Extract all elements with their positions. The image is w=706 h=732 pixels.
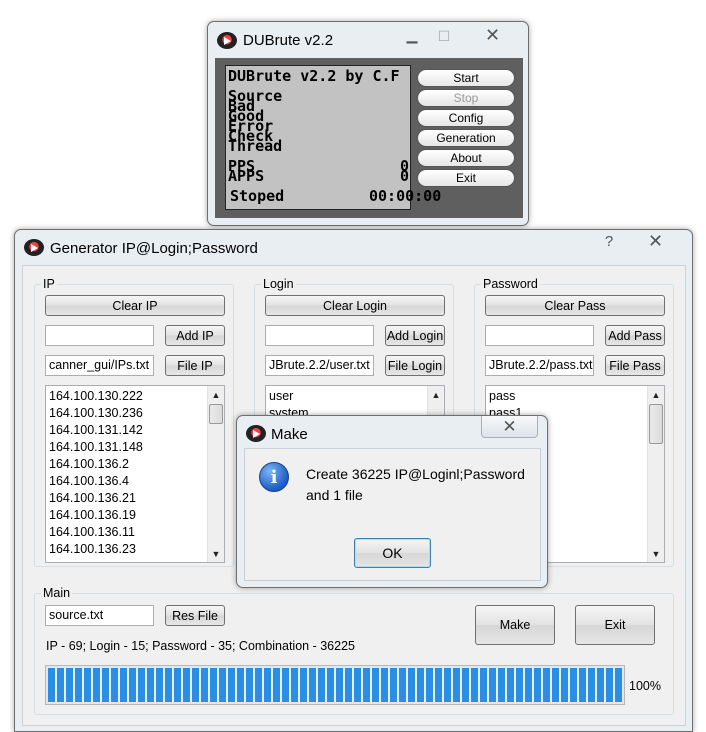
clear-login-button[interactable]: Clear Login (265, 295, 445, 316)
close-icon[interactable]: ✕ (465, 24, 520, 46)
password-group-label: Password (481, 277, 540, 291)
help-icon[interactable]: ? (594, 230, 624, 252)
file-ip-button[interactable]: File IP (165, 355, 225, 376)
apps-value: 0 (400, 167, 410, 185)
label-thread: Thread (228, 137, 283, 155)
ip-list-item[interactable]: 164.100.130.236 (46, 405, 224, 422)
ip-list[interactable]: 164.100.130.222 164.100.130.236 164.100.13… (45, 385, 225, 563)
add-ip-button[interactable]: Add IP (165, 325, 225, 346)
dubrute-app-icon (217, 32, 237, 49)
res-file-button[interactable]: Res File (165, 605, 225, 626)
dialog-message-line1: Create 36225 IP@Loginl;Password (306, 466, 525, 482)
minimize-icon[interactable]: ▁ (398, 24, 426, 46)
ip-list-item[interactable]: 164.100.131.142 (46, 422, 224, 439)
dubrute-titlebar[interactable]: DUBrute v2.2 ▁ ☐ ✕ (208, 22, 528, 58)
make-app-icon (246, 425, 266, 442)
ip-list-item[interactable]: 164.100.136.11 (46, 524, 224, 541)
add-login-button[interactable]: Add Login (385, 325, 445, 346)
scroll-up-icon[interactable]: ▲ (428, 386, 444, 403)
maximize-icon: ☐ (437, 27, 451, 44)
info-icon: i (259, 462, 289, 492)
generator-titlebar[interactable]: Generator IP@Login;Password ? ✕ (15, 230, 692, 266)
progress-bar (45, 665, 625, 705)
file-login-button[interactable]: File Login (385, 355, 445, 376)
start-button[interactable]: Start (417, 69, 515, 87)
main-group-label: Main (41, 586, 73, 600)
ip-list-item[interactable]: 164.100.136.4 (46, 473, 224, 490)
ip-list-item[interactable]: 164.100.136.19 (46, 507, 224, 524)
ip-list-item[interactable]: 164.100.136.2 (46, 456, 224, 473)
password-list-item[interactable]: pass (486, 388, 664, 405)
ip-file-path[interactable]: canner_gui/IPs.txt (45, 355, 154, 376)
clear-ip-button[interactable]: Clear IP (45, 295, 225, 316)
login-group-label: Login (261, 277, 296, 291)
add-ip-field[interactable] (45, 325, 154, 346)
login-list-item[interactable]: user (266, 388, 444, 405)
status-text: Stoped (230, 187, 285, 205)
source-file-field[interactable]: source.txt (45, 605, 154, 626)
scroll-thumb[interactable] (209, 404, 223, 424)
progress-fill (48, 668, 622, 702)
ip-list-item[interactable]: 164.100.136.23 (46, 541, 224, 558)
generator-title: Generator IP@Login;Password (50, 240, 258, 257)
add-login-field[interactable] (265, 325, 374, 346)
ip-group-label: IP (41, 277, 57, 291)
ip-list-item[interactable]: 164.100.136.21 (46, 490, 224, 507)
generator-app-icon (24, 239, 44, 256)
progress-label: 100% (629, 679, 661, 693)
make-button[interactable]: Make (475, 605, 555, 645)
generation-button[interactable]: Generation (417, 129, 515, 147)
close-icon[interactable]: ✕ (481, 416, 538, 438)
dubrute-body: DUBrute v2.2 by C.F Source Bad Good Erro… (215, 58, 523, 218)
label-apps: APPS (228, 167, 265, 185)
exit-button[interactable]: Exit (575, 605, 655, 645)
make-dialog-client: i Create 36225 IP@Loginl;Password and 1 … (244, 448, 541, 581)
dubrute-title: DUBrute v2.2 (243, 32, 334, 49)
timer-text: 00:00:00 (369, 187, 442, 205)
password-scrollbar[interactable]: ▲ ▼ (647, 386, 664, 562)
scroll-up-icon[interactable]: ▲ (648, 386, 664, 403)
close-icon[interactable]: ✕ (629, 230, 682, 252)
add-pass-button[interactable]: Add Pass (605, 325, 665, 346)
about-button[interactable]: About (417, 149, 515, 167)
dialog-message-line2: and 1 file (306, 487, 363, 503)
ip-list-item[interactable]: 164.100.130.222 (46, 388, 224, 405)
scroll-thumb[interactable] (649, 404, 663, 444)
stop-button[interactable]: Stop (417, 89, 515, 107)
make-dialog-title: Make (271, 426, 308, 443)
clear-pass-button[interactable]: Clear Pass (485, 295, 665, 316)
add-pass-field[interactable] (485, 325, 594, 346)
scroll-down-icon[interactable]: ▼ (648, 545, 664, 562)
file-pass-button[interactable]: File Pass (605, 355, 665, 376)
exit-button[interactable]: Exit (417, 169, 515, 187)
scroll-down-icon[interactable]: ▼ (208, 545, 224, 562)
ip-list-item[interactable]: 164.100.131.148 (46, 439, 224, 456)
login-file-path[interactable]: JBrute.2.2/user.txt (265, 355, 374, 376)
pass-file-path[interactable]: JBrute.2.2/pass.txt (485, 355, 594, 376)
config-button[interactable]: Config (417, 109, 515, 127)
stats-text: IP - 69; Login - 15; Password - 35; Comb… (46, 639, 355, 653)
ip-scrollbar[interactable]: ▲ ▼ (207, 386, 224, 562)
make-dialog: Make ✕ i Create 36225 IP@Loginl;Password… (236, 415, 548, 588)
ok-button[interactable]: OK (354, 538, 431, 568)
scroll-up-icon[interactable]: ▲ (208, 386, 224, 403)
dubrute-window: DUBrute v2.2 ▁ ☐ ✕ DUBrute v2.2 by C.F S… (207, 21, 529, 226)
dubrute-banner: DUBrute v2.2 by C.F (228, 67, 400, 85)
make-dialog-titlebar[interactable]: Make ✕ (237, 416, 547, 452)
